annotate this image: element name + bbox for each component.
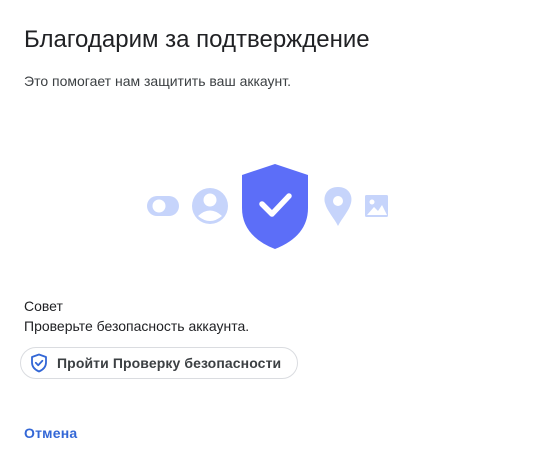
shield-check-icon [29,353,49,373]
security-checkup-label: Пройти Проверку безопасности [57,355,282,371]
tip-title: Совет [24,298,63,314]
cancel-button[interactable]: Отмена [24,425,77,441]
security-checkup-button[interactable]: Пройти Проверку безопасности [20,347,299,379]
security-illustration [147,164,388,249]
dialog-title: Благодарим за подтверждение [24,26,370,53]
confirmation-dialog: Благодарим за подтверждение Это помогает… [0,0,545,471]
tip-text: Проверьте безопасность аккаунта. [24,318,250,334]
dialog-subtitle: Это помогает нам защитить ваш аккаунт. [24,73,292,89]
shield-check-icon [242,164,308,249]
account-icon [192,188,228,224]
image-icon [365,195,388,217]
location-pin-icon [324,187,352,226]
toggle-icon [147,196,179,216]
